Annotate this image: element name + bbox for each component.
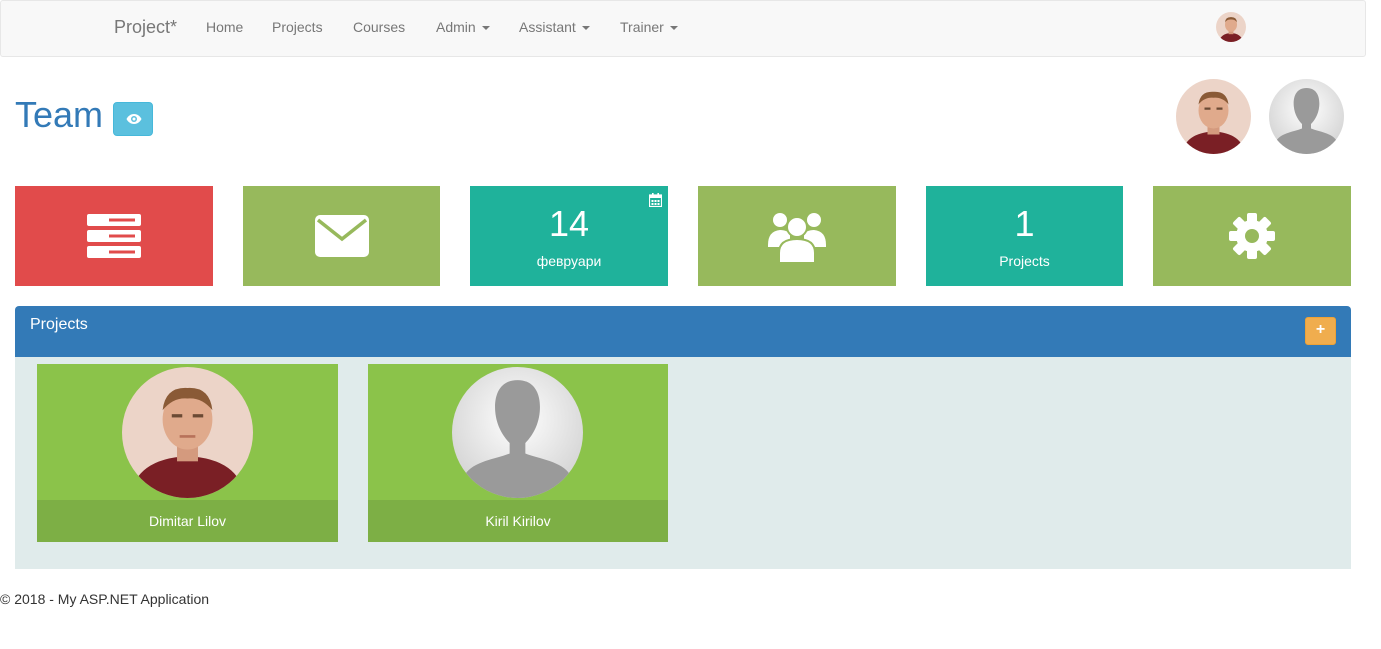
brand-link[interactable]: Project* bbox=[114, 17, 177, 38]
page-title: Team bbox=[15, 94, 104, 135]
team-member-avatar[interactable] bbox=[1269, 79, 1344, 154]
add-project-button[interactable]: + bbox=[1305, 317, 1336, 345]
nav-trainer-dropdown[interactable]: Trainer bbox=[620, 19, 678, 35]
eye-icon bbox=[126, 114, 142, 124]
projects-panel-header: Projects + bbox=[15, 306, 1351, 357]
nav-home[interactable]: Home bbox=[206, 19, 243, 35]
tile-date[interactable]: 14 февруари bbox=[470, 186, 668, 286]
tile-projects-count[interactable]: 1 Projects bbox=[926, 186, 1123, 286]
member-name: Kiril Kirilov bbox=[368, 500, 668, 542]
footer-text: © 2018 - My ASP.NET Application bbox=[0, 591, 210, 607]
tile-servers[interactable] bbox=[15, 186, 213, 286]
member-avatar bbox=[122, 367, 253, 498]
member-avatar bbox=[452, 367, 583, 498]
user-avatar[interactable] bbox=[1216, 12, 1246, 42]
nav-admin-label: Admin bbox=[436, 19, 476, 35]
tile-settings[interactable] bbox=[1153, 186, 1351, 286]
tile-month-label: февруари bbox=[536, 253, 602, 269]
member-card[interactable]: Kiril Kirilov bbox=[368, 364, 668, 542]
gear-icon bbox=[1229, 213, 1275, 259]
view-button[interactable] bbox=[113, 102, 153, 136]
tile-projects-number: 1 bbox=[1014, 203, 1035, 244]
navbar: Project* Home Projects Courses Admin Ass… bbox=[0, 0, 1366, 57]
nav-assistant-label: Assistant bbox=[519, 19, 576, 35]
nav-projects[interactable]: Projects bbox=[272, 19, 323, 35]
tile-day-number: 14 bbox=[548, 203, 590, 244]
server-list-icon bbox=[87, 214, 141, 258]
member-card[interactable]: Dimitar Lilov bbox=[37, 364, 338, 542]
caret-down-icon bbox=[481, 26, 490, 31]
tile-team[interactable] bbox=[698, 186, 896, 286]
caret-down-icon bbox=[581, 26, 590, 31]
nav-trainer-label: Trainer bbox=[620, 19, 664, 35]
users-icon bbox=[768, 213, 826, 263]
caret-down-icon bbox=[669, 26, 678, 31]
nav-admin-dropdown[interactable]: Admin bbox=[436, 19, 490, 35]
tile-projects-label: Projects bbox=[999, 253, 1050, 269]
envelope-icon bbox=[314, 215, 369, 257]
nav-courses[interactable]: Courses bbox=[353, 19, 405, 35]
panel-title: Projects bbox=[30, 316, 88, 333]
tile-messages[interactable] bbox=[243, 186, 440, 286]
team-member-avatar[interactable] bbox=[1176, 79, 1251, 154]
nav-assistant-dropdown[interactable]: Assistant bbox=[519, 19, 590, 35]
member-name: Dimitar Lilov bbox=[37, 500, 338, 542]
